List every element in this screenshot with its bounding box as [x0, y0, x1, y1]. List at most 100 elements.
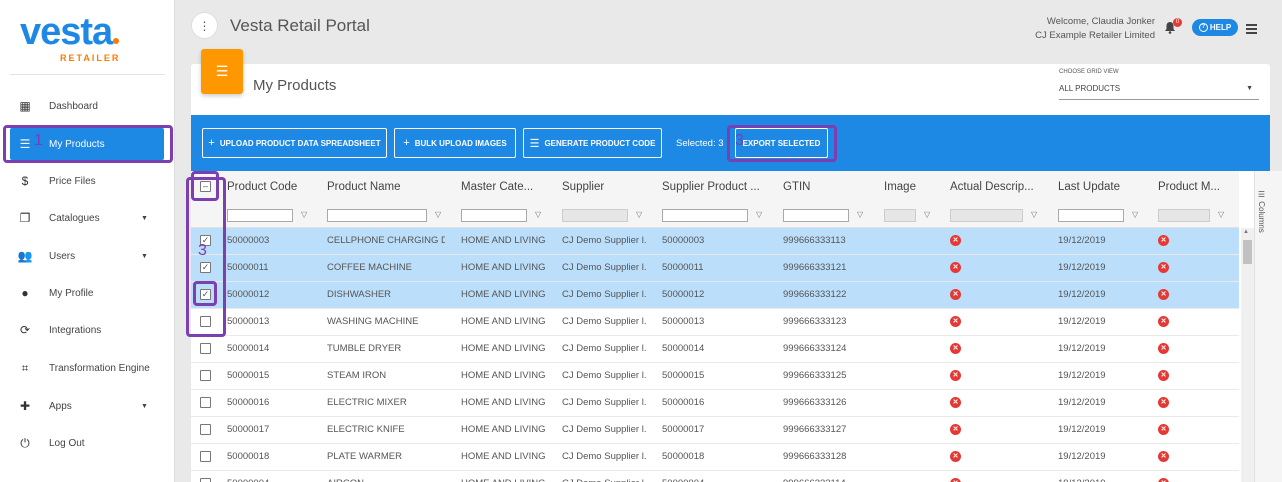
- sync-icon: ⟳: [19, 323, 31, 337]
- cell-name: ELECTRIC MIXER: [327, 397, 407, 408]
- grid-view-select[interactable]: ALL PRODUCTS ▼: [1059, 80, 1259, 100]
- vertical-scrollbar[interactable]: [1241, 228, 1254, 482]
- column-filter-input[interactable]: [662, 209, 748, 222]
- columns-label[interactable]: ☰ Columns: [1257, 190, 1266, 233]
- cell-cat: HOME AND LIVING: [461, 262, 546, 273]
- filter-icon[interactable]: ▽: [1031, 210, 1037, 219]
- cell-code: 50000011: [227, 262, 269, 273]
- error-icon: ✕: [1158, 478, 1169, 482]
- column-header[interactable]: Supplier: [562, 181, 604, 193]
- row-checkbox[interactable]: [200, 424, 211, 435]
- person-icon: ●: [21, 286, 29, 300]
- row-checkbox[interactable]: [200, 397, 211, 408]
- filter-icon[interactable]: ▽: [756, 210, 762, 219]
- column-filter-input: [884, 209, 916, 222]
- column-header[interactable]: Image: [884, 181, 916, 193]
- column-header[interactable]: Product Code: [227, 181, 297, 193]
- cell-gtin: 999666333124: [783, 343, 847, 354]
- dashboard-icon: ▦: [19, 99, 31, 113]
- filter-icon[interactable]: ▽: [1132, 210, 1138, 219]
- column-header[interactable]: Master Cate...: [461, 181, 533, 193]
- column-filter-input[interactable]: [327, 209, 427, 222]
- scrollbar-thumb[interactable]: [1243, 240, 1252, 264]
- upload-spreadsheet-button[interactable]: + UPLOAD PRODUCT DATA SPREADSHEET: [202, 128, 387, 158]
- column-header[interactable]: Last Update: [1058, 181, 1120, 193]
- scroll-up-icon[interactable]: ▲: [1243, 229, 1249, 235]
- filter-icon[interactable]: ▽: [435, 210, 441, 219]
- sidebar-item-my-profile[interactable]: ● My Profile: [0, 277, 175, 309]
- error-icon: ✕: [950, 316, 961, 327]
- cell-last-update: 19/12/2019: [1058, 478, 1106, 482]
- error-icon: ✕: [1158, 343, 1169, 354]
- column-header[interactable]: Product Name: [327, 181, 401, 193]
- column-filter-input[interactable]: [461, 209, 527, 222]
- cell-gtin: 999666333122: [783, 289, 847, 300]
- generate-product-code-button[interactable]: ☰ GENERATE PRODUCT CODE: [523, 128, 662, 158]
- annotation-step-number: 3: [198, 242, 207, 259]
- sidebar-item-label: Transformation Engine: [49, 362, 150, 374]
- column-filter-input[interactable]: [783, 209, 849, 222]
- filter-icon[interactable]: ▽: [1218, 210, 1224, 219]
- sidebar-item-label: My Products: [49, 138, 105, 150]
- cell-last-update: 19/12/2019: [1058, 343, 1106, 354]
- column-header[interactable]: Actual Descrip...: [950, 181, 1034, 193]
- page-title: My Products: [253, 77, 337, 94]
- filter-icon[interactable]: ▽: [924, 210, 930, 219]
- cell-code: 50000013: [227, 316, 270, 327]
- cell-cat: HOME AND LIVING: [461, 289, 546, 300]
- row-checkbox[interactable]: [200, 451, 211, 462]
- filter-icon[interactable]: ▽: [857, 210, 863, 219]
- error-icon: ✕: [950, 478, 961, 482]
- row-checkbox[interactable]: [200, 343, 211, 354]
- dollar-icon: $: [21, 174, 29, 188]
- hamburger-icon[interactable]: [1246, 24, 1257, 36]
- filter-icon[interactable]: ▽: [636, 210, 642, 219]
- column-header[interactable]: Supplier Product ...: [662, 181, 760, 193]
- row-checkbox[interactable]: [200, 478, 211, 482]
- cell-last-update: 19/12/2019: [1058, 370, 1106, 381]
- cell-sp: 50000003: [662, 235, 705, 246]
- cell-last-update: 19/12/2019: [1058, 451, 1106, 462]
- cell-name: ELECTRIC KNIFE: [327, 424, 405, 435]
- row-checkbox[interactable]: ✓: [200, 262, 211, 273]
- cell-last-update: 19/12/2019: [1058, 235, 1106, 246]
- sidebar-item-label: Log Out: [49, 437, 85, 449]
- column-header[interactable]: GTIN: [783, 181, 810, 193]
- error-icon: ✕: [950, 370, 961, 381]
- sidebar-item-catalogues[interactable]: ❐ Catalogues ▼: [0, 202, 175, 234]
- power-icon: ⏻: [20, 435, 30, 450]
- sidebar-item-integrations[interactable]: ⟳ Integrations: [0, 314, 175, 346]
- cell-code: 50000018: [227, 451, 270, 462]
- row-checkbox[interactable]: [200, 316, 211, 327]
- select-all-checkbox[interactable]: –: [200, 181, 211, 192]
- grid-view-label: CHOOSE GRID VIEW: [1059, 69, 1119, 75]
- filter-icon[interactable]: ▽: [535, 210, 541, 219]
- sidebar-item-dashboard[interactable]: ▦ Dashboard: [0, 90, 175, 122]
- sidebar-item-transformation-engine[interactable]: ⌗ Transformation Engine: [0, 352, 175, 384]
- sidebar-item-apps[interactable]: ✚ Apps ▼: [0, 390, 175, 422]
- column-header[interactable]: Product M...: [1158, 181, 1220, 193]
- row-checkbox[interactable]: [200, 370, 211, 381]
- cell-supplier: CJ Demo Supplier l...: [562, 370, 647, 381]
- error-icon: ✕: [1158, 370, 1169, 381]
- filter-icon[interactable]: ▽: [301, 210, 307, 219]
- sidebar-item-price-files[interactable]: $ Price Files: [0, 165, 175, 197]
- list-icon: ☰: [201, 49, 243, 94]
- more-menu-button[interactable]: ⋮: [191, 12, 218, 39]
- cell-gtin: 999666333121: [783, 262, 847, 273]
- cell-supplier: CJ Demo Supplier l...: [562, 235, 647, 246]
- help-button[interactable]: ? HELP: [1192, 19, 1238, 36]
- sidebar-item-users[interactable]: 👥 Users ▼: [0, 240, 175, 272]
- cell-last-update: 19/12/2019: [1058, 316, 1106, 327]
- sidebar-item-label: Catalogues: [49, 212, 100, 224]
- sidebar-item-log-out[interactable]: ⏻ Log Out: [0, 427, 175, 459]
- row-checkbox[interactable]: ✓: [200, 289, 211, 300]
- cell-last-update: 19/12/2019: [1058, 397, 1106, 408]
- sidebar-item-label: Integrations: [49, 324, 102, 336]
- export-selected-button[interactable]: EXPORT SELECTED: [735, 128, 828, 158]
- column-filter-input[interactable]: [227, 209, 293, 222]
- column-filter-input[interactable]: [1058, 209, 1124, 222]
- cell-gtin: 999666333125: [783, 370, 847, 381]
- bulk-upload-images-button[interactable]: + BULK UPLOAD IMAGES: [394, 128, 516, 158]
- cell-name: COFFEE MACHINE: [327, 262, 412, 273]
